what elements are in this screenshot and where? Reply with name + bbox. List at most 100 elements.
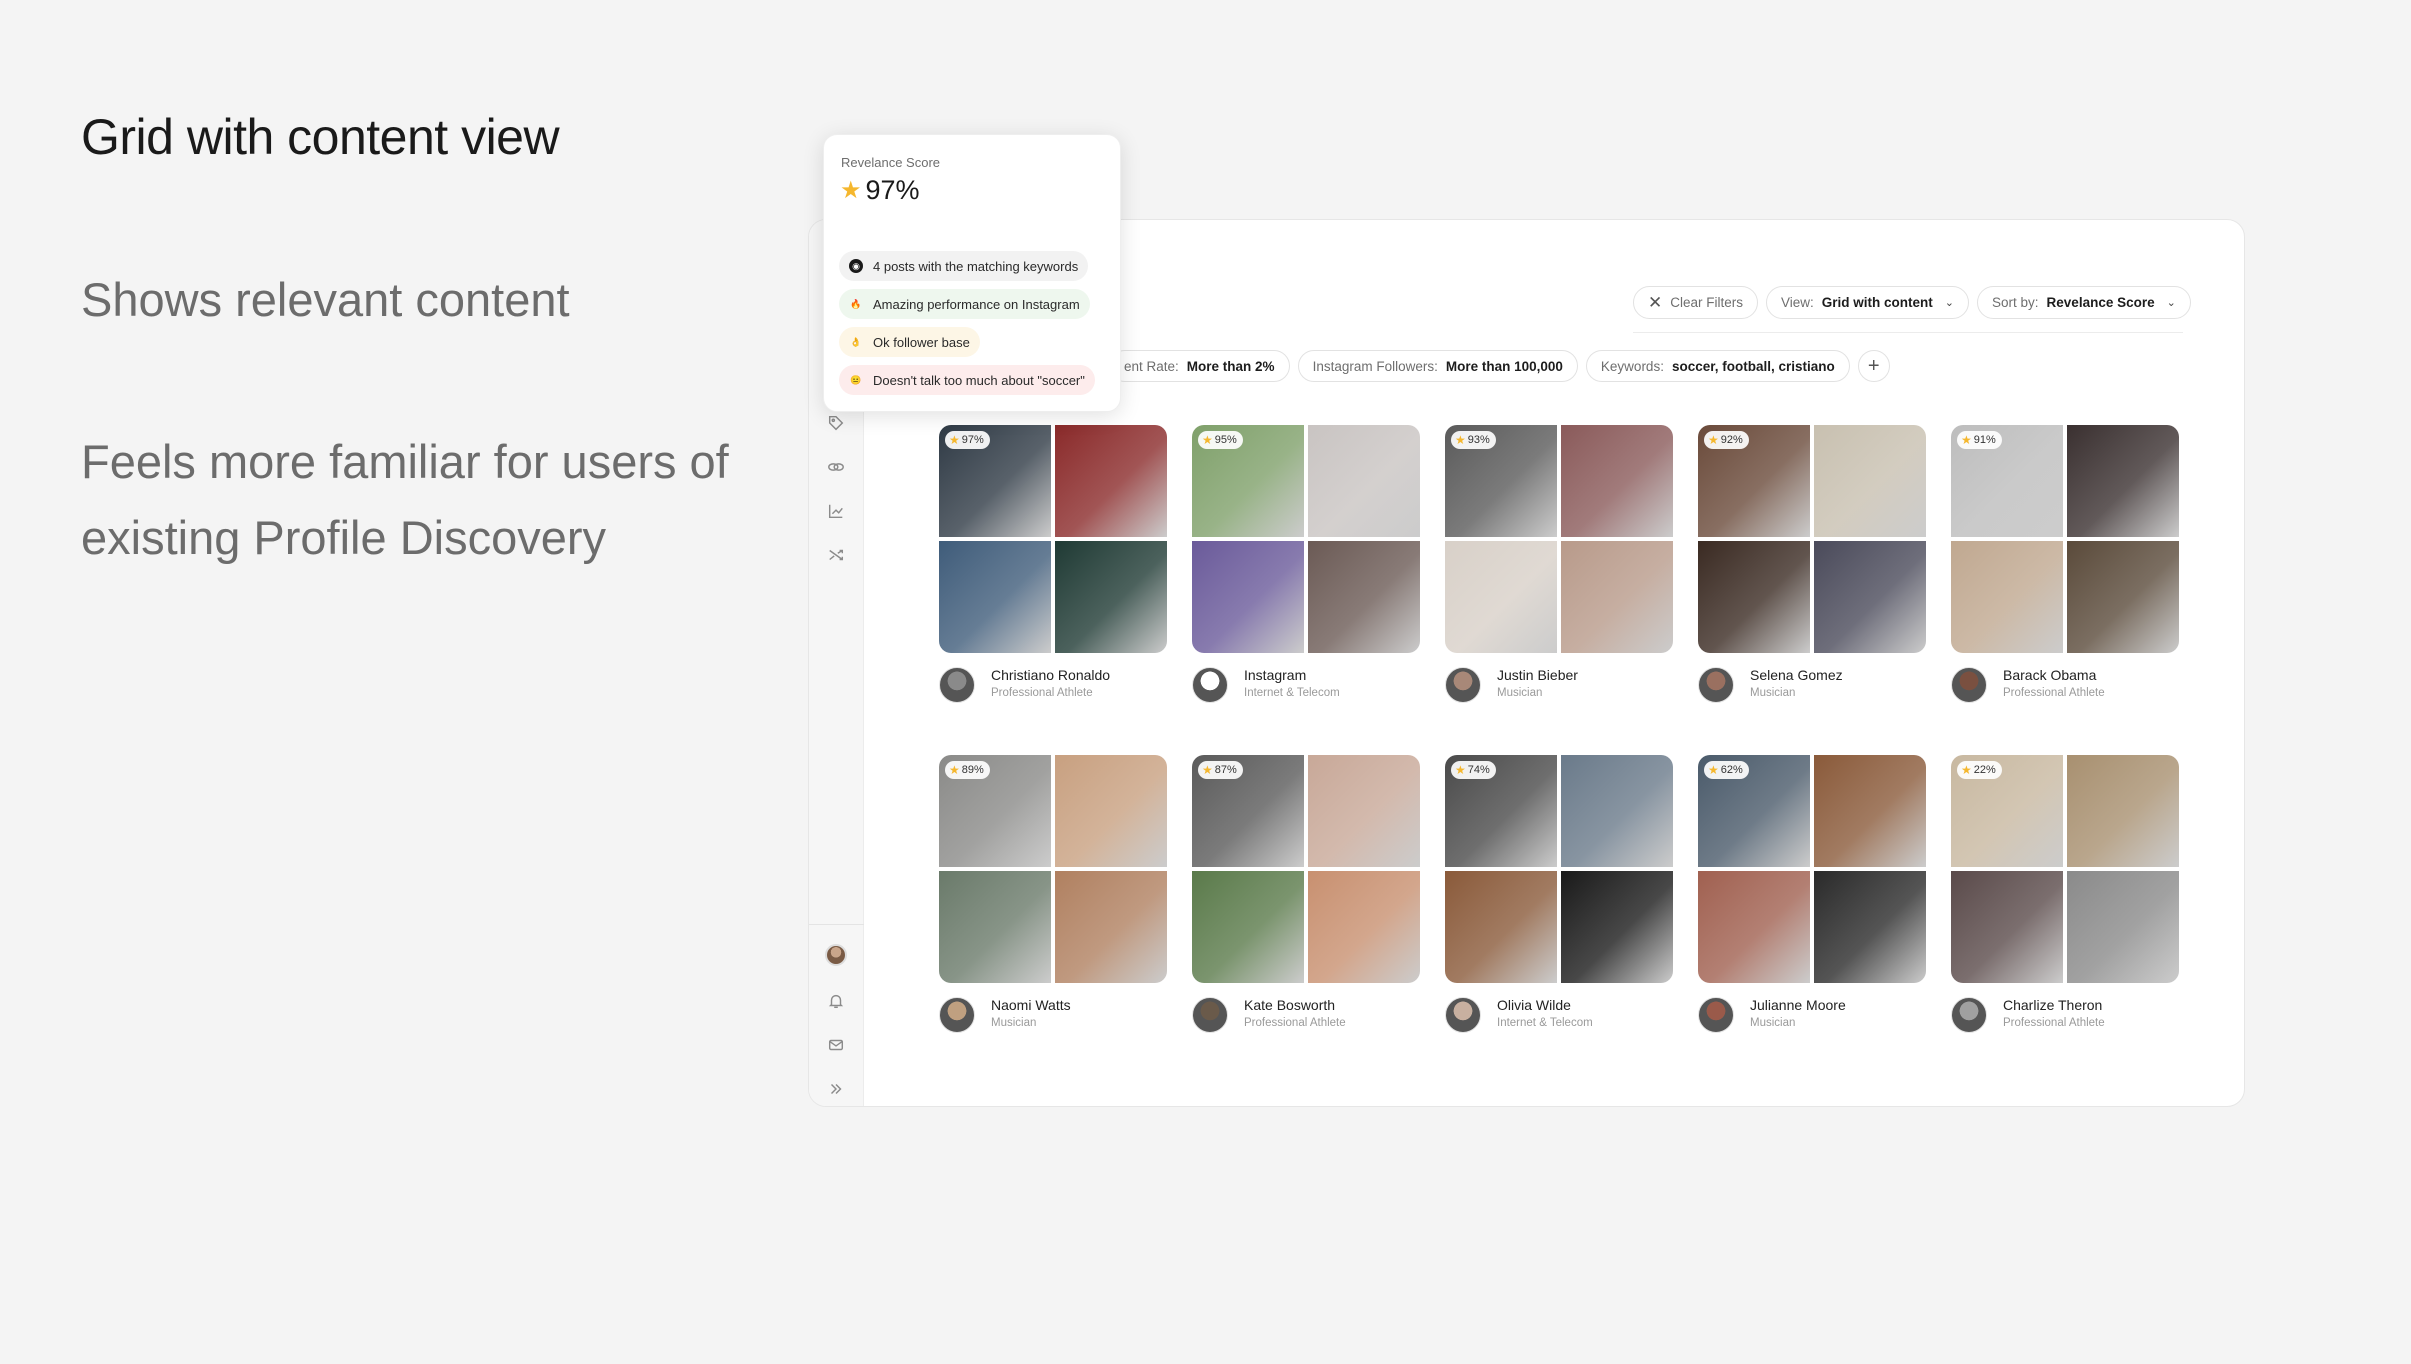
score-badge: ★ 91% [1957,431,2002,449]
avatar[interactable] [825,944,847,966]
profile-name[interactable]: Kate Bosworth [1244,997,1335,1013]
avatar[interactable] [1192,997,1228,1033]
tooltip-label: Revelance Score [841,155,940,170]
content-thumbnail[interactable] [1055,541,1167,653]
content-thumbnail[interactable] [1445,871,1557,983]
avatar[interactable] [1951,997,1987,1033]
filter-instagram-followers[interactable]: Instagram Followers: More than 100,000 [1297,350,1578,382]
profile-category: Professional Athlete [991,687,1093,699]
profile-card[interactable]: ★ 91% Barack Obama Professional Athlete [1951,425,2179,705]
profile-info: Selena Gomez Musician [1698,665,1926,705]
content-thumbnail[interactable] [1055,871,1167,983]
score-badge: ★ 92% [1704,431,1749,449]
tag-icon[interactable] [823,410,849,436]
content-thumbnail[interactable] [1951,871,2063,983]
profile-name[interactable]: Instagram [1244,667,1306,683]
filter-engagement-rate[interactable]: ent Rate: More than 2% [1109,350,1290,382]
content-thumbnail[interactable] [939,871,1051,983]
content-thumbnail[interactable] [1308,541,1420,653]
avatar[interactable] [939,667,975,703]
content-thumbnail[interactable] [1951,541,2063,653]
content-thumbnail[interactable] [1698,541,1810,653]
content-thumbnail[interactable] [1192,871,1304,983]
sort-dropdown[interactable]: Sort by: Revelance Score ⌄ [1977,286,2191,319]
content-thumbnail[interactable] [1055,755,1167,867]
profile-name[interactable]: Naomi Watts [991,997,1071,1013]
toolbar: ✕ Clear Filters View: Grid with content … [1633,286,2191,319]
content-thumbnail[interactable] [939,541,1051,653]
avatar[interactable] [1445,997,1481,1033]
star-icon: ★ [1202,763,1213,777]
avatar[interactable] [1445,667,1481,703]
content-thumbnail[interactable] [1561,755,1673,867]
profile-card[interactable]: ★ 92% Selena Gomez Musician [1698,425,1926,705]
chip-text: Doesn't talk too much about "soccer" [873,372,1085,388]
avatar[interactable] [939,997,975,1033]
profile-info: Naomi Watts Musician [939,995,1167,1035]
profile-card[interactable]: ★ 97% Christiano Ronaldo Professional Ath… [939,425,1167,705]
content-thumbnail[interactable] [1445,541,1557,653]
profile-name[interactable]: Olivia Wilde [1497,997,1571,1013]
content-thumbnail[interactable] [1561,541,1673,653]
content-thumbnail[interactable] [1698,871,1810,983]
avatar[interactable] [1698,997,1734,1033]
profile-name[interactable]: Selena Gomez [1750,667,1843,683]
profile-name[interactable]: Charlize Theron [2003,997,2102,1013]
shuffle-icon[interactable] [823,542,849,568]
profile-card[interactable]: ★ 89% Naomi Watts Musician [939,755,1167,1035]
profile-category: Internet & Telecom [1244,687,1340,699]
tooltip-reason-chip: 🔥 Amazing performance on Instagram [839,289,1090,319]
add-filter-button[interactable]: + [1857,350,1890,382]
star-icon: ★ [1961,433,1972,447]
avatar[interactable] [1698,667,1734,703]
content-thumbnail[interactable] [1561,871,1673,983]
content-thumbnail[interactable] [2067,871,2179,983]
filter-value: More than 100,000 [1445,358,1563,374]
profile-card[interactable]: ★ 22% Charlize Theron Professional Athlet… [1951,755,2179,1035]
profile-category: Musician [991,1017,1037,1029]
content-thumbnail[interactable] [1192,541,1304,653]
content-thumbnail[interactable] [1814,541,1926,653]
neutral-face-icon: 😐 [850,374,862,385]
chart-icon[interactable] [823,498,849,524]
tooltip-reason-chip: 😐 Doesn't talk too much about "soccer" [839,365,1095,395]
active-filters: ent Rate: More than 2% Instagram Followe… [1109,350,1890,382]
content-thumbnail[interactable] [1308,871,1420,983]
profile-card[interactable]: ★ 62% Julianne Moore Musician [1698,755,1926,1035]
profile-card[interactable]: ★ 95% Instagram Internet & Telecom [1192,425,1420,705]
link-icon[interactable] [823,454,849,480]
avatar[interactable] [1192,667,1228,703]
clear-filters-button[interactable]: ✕ Clear Filters [1633,286,1759,319]
score-value: 62% [1720,764,1743,776]
bell-icon[interactable] [823,988,849,1014]
expand-icon[interactable] [823,1076,849,1102]
content-thumbnail[interactable] [1308,755,1420,867]
profile-name[interactable]: Justin Bieber [1497,667,1578,683]
content-thumbnail[interactable] [2067,541,2179,653]
content-collage: ★ 22% [1951,755,2179,983]
profile-category: Professional Athlete [2003,1017,2105,1029]
content-thumbnail[interactable] [2067,755,2179,867]
content-thumbnail[interactable] [2067,425,2179,537]
content-thumbnail[interactable] [1814,871,1926,983]
view-dropdown[interactable]: View: Grid with content ⌄ [1766,286,1970,319]
content-collage: ★ 87% [1192,755,1420,983]
toolbar-divider [1633,332,2183,333]
mail-icon[interactable] [823,1032,849,1058]
content-thumbnail[interactable] [1561,425,1673,537]
profile-info: Barack Obama Professional Athlete [1951,665,2179,705]
profile-category: Musician [1750,1017,1796,1029]
filter-keywords[interactable]: Keywords: soccer, football, cristiano [1585,350,1850,382]
profile-card[interactable]: ★ 93% Justin Bieber Musician [1445,425,1673,705]
profile-name[interactable]: Barack Obama [2003,667,2096,683]
profile-card[interactable]: ★ 87% Kate Bosworth Professional Athlete [1192,755,1420,1035]
content-thumbnail[interactable] [1814,425,1926,537]
tooltip-reason-chip: 👌 Ok follower base [839,327,980,357]
content-thumbnail[interactable] [1814,755,1926,867]
profile-card[interactable]: ★ 74% Olivia Wilde Internet & Telecom [1445,755,1673,1035]
content-thumbnail[interactable] [1055,425,1167,537]
content-thumbnail[interactable] [1308,425,1420,537]
avatar[interactable] [1951,667,1987,703]
profile-name[interactable]: Julianne Moore [1750,997,1846,1013]
profile-name[interactable]: Christiano Ronaldo [991,667,1110,683]
